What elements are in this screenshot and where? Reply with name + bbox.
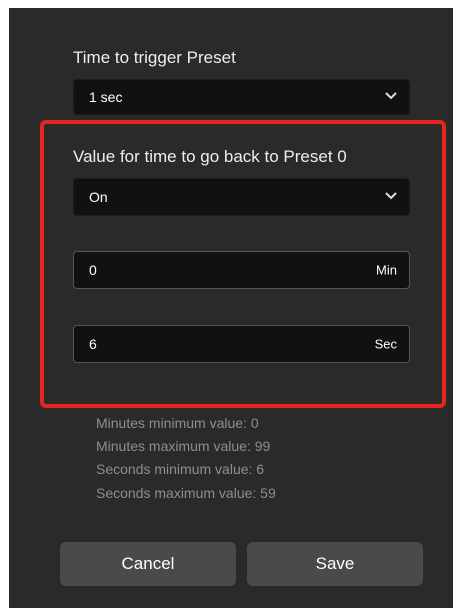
chevron-down-icon bbox=[385, 192, 397, 200]
cancel-button[interactable]: Cancel bbox=[60, 542, 236, 586]
minutes-input[interactable]: 0 Min bbox=[73, 251, 410, 289]
save-button[interactable]: Save bbox=[247, 542, 423, 586]
minutes-unit-label: Min bbox=[376, 262, 397, 278]
trigger-time-label: Time to trigger Preset bbox=[73, 48, 236, 67]
go-back-mode-select[interactable]: On bbox=[73, 178, 410, 216]
trigger-time-selected-value: 1 sec bbox=[89, 89, 123, 105]
limit-text: Seconds maximum value: 59 bbox=[96, 485, 276, 501]
go-back-time-label: Value for time to go back to Preset 0 bbox=[73, 147, 347, 166]
trigger-time-select[interactable]: 1 sec bbox=[73, 79, 410, 115]
seconds-input[interactable]: 6 Sec bbox=[73, 325, 410, 363]
limit-text: Minutes maximum value: 99 bbox=[96, 438, 271, 454]
go-back-mode-selected-value: On bbox=[89, 189, 108, 205]
seconds-unit-label: Sec bbox=[374, 336, 397, 352]
limit-text: Seconds minimum value: 6 bbox=[96, 461, 265, 477]
minutes-value: 0 bbox=[89, 262, 97, 278]
chevron-down-icon bbox=[385, 92, 397, 100]
seconds-value: 6 bbox=[89, 336, 97, 352]
limit-text: Minutes minimum value: 0 bbox=[96, 415, 259, 431]
